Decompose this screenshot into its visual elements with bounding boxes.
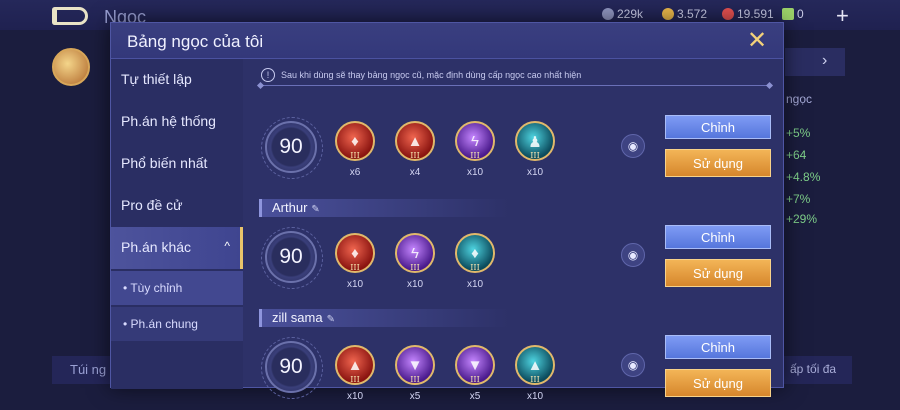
bg-bottom-text: Túi ng (70, 362, 107, 377)
preview-eye-button[interactable]: ◉ (621, 353, 645, 377)
bg-stat: +4.8% (786, 170, 821, 184)
gem-tier: III (470, 151, 480, 160)
gem-tier: III (410, 375, 420, 384)
gem-slot[interactable]: ♦ III x6 (333, 121, 377, 181)
set-name-row[interactable]: zill sama ✎ (259, 309, 509, 327)
gem-tier: III (350, 263, 360, 272)
currency-voucher: 0 (782, 7, 804, 21)
gem-slot[interactable]: ϟ III x10 (453, 121, 497, 181)
chevron-right-icon: › (822, 52, 828, 69)
currency-value: 3.572 (677, 7, 708, 21)
gem-slot[interactable]: ♦ III x10 (453, 233, 497, 293)
gem-tier: III (410, 151, 420, 160)
gem-tier: III (530, 375, 540, 384)
gem-slot[interactable]: ♟ III x10 (513, 121, 557, 181)
gem-tier: III (350, 375, 360, 384)
gem-count: x10 (346, 391, 364, 402)
bg-stat: +29% (786, 212, 818, 226)
gold-coin-icon (602, 8, 614, 20)
sidebar-subitem-common[interactable]: • Ph.án chung (111, 307, 243, 341)
currency-coupon: 3.572 (662, 7, 707, 21)
bg-panel (785, 48, 845, 76)
chevron-up-icon: ^ (224, 239, 230, 253)
bg-bottom-text: ấp tối đa (790, 362, 837, 376)
bg-stat: +5% (786, 126, 811, 140)
gem-count: x10 (526, 391, 544, 402)
gem-count: x10 (526, 167, 544, 178)
gem-set-modal: Bảng ngọc của tôi ✕ Tự thiết lập Ph.án h… (110, 22, 784, 402)
info-icon: ! (261, 68, 275, 82)
preview-eye-button[interactable]: ◉ (621, 134, 645, 158)
divider (261, 85, 769, 86)
gem-count: x6 (349, 167, 361, 178)
gem-count: x10 (466, 167, 484, 178)
gem-count: x4 (409, 167, 421, 178)
sidebar-subitem-custom[interactable]: • Tùy chỉnh (111, 271, 243, 305)
currency-gem-dust: 19.591 (722, 7, 774, 21)
gem-tier: III (410, 263, 420, 272)
sidebar-item-most-popular[interactable]: Phổ biến nhất (111, 143, 243, 185)
gem-count: x10 (346, 279, 364, 290)
modal-title: Bảng ngọc của tôi (127, 32, 264, 51)
gem-dust-icon (722, 8, 734, 20)
close-button[interactable]: ✕ (743, 27, 771, 55)
notice-text: Sau khi dùng sẽ thay bảng ngọc cũ, mặc đ… (281, 70, 582, 80)
gem-slot[interactable]: ▼ III x5 (453, 345, 497, 405)
gem-count: x10 (466, 279, 484, 290)
add-currency-button[interactable]: + (836, 3, 849, 29)
voucher-icon (782, 8, 794, 20)
sidebar: Tự thiết lập Ph.án hệ thống Phổ biến nhấ… (111, 59, 243, 389)
currency-value: 229k (617, 7, 644, 21)
preview-eye-button[interactable]: ◉ (621, 243, 645, 267)
sidebar-item-system-plans[interactable]: Ph.án hệ thống (111, 101, 243, 143)
gem-tier: III (530, 151, 540, 160)
gem-slot[interactable]: ϟ III x10 (393, 233, 437, 293)
gem-set-list: ! Sau khi dùng sẽ thay bảng ngọc cũ, mặc… (251, 59, 781, 402)
sidebar-item-other-plans[interactable]: Ph.án khác ^ (111, 227, 243, 269)
coupon-icon (662, 8, 674, 20)
pencil-icon[interactable]: ✎ (327, 314, 335, 325)
back-button[interactable] (52, 7, 88, 25)
sidebar-item-label: Ph.án khác (121, 239, 192, 255)
pencil-icon[interactable]: ✎ (311, 204, 319, 215)
use-button[interactable]: Sử dụng (665, 259, 771, 287)
gem-slot[interactable]: ♦ III x10 (333, 233, 377, 293)
set-name-row[interactable]: Arthur ✎ (259, 199, 509, 217)
avatar (52, 48, 90, 86)
currency-value: 19.591 (737, 7, 774, 21)
gem-slot[interactable]: ▲ III x10 (333, 345, 377, 405)
gem-tier: III (350, 151, 360, 160)
bg-stat: +64 (786, 148, 807, 162)
level-badge: 90 (261, 117, 323, 179)
set-name: Arthur (272, 200, 308, 215)
notice-bar: ! Sau khi dùng sẽ thay bảng ngọc cũ, mặc… (251, 65, 771, 85)
gem-count: x5 (469, 391, 481, 402)
gem-tier: III (470, 375, 480, 384)
gem-count: x5 (409, 391, 421, 402)
level-badge: 90 (261, 337, 323, 399)
sidebar-item-custom-setup[interactable]: Tự thiết lập (111, 59, 243, 101)
edit-button[interactable]: Chỉnh (665, 115, 771, 139)
currency-value: 0 (797, 7, 804, 21)
currency-gold: 229k (602, 7, 643, 21)
gem-count: x10 (406, 279, 424, 290)
modal-header: Bảng ngọc của tôi ✕ (111, 23, 783, 59)
level-badge: 90 (261, 227, 323, 289)
sidebar-item-pro-recommended[interactable]: Pro đề cử (111, 185, 243, 227)
gem-slot[interactable]: ▲ III x10 (513, 345, 557, 405)
use-button[interactable]: Sử dụng (665, 149, 771, 177)
bg-label: ngọc (786, 92, 813, 106)
bg-stat: +7% (786, 192, 811, 206)
gem-slot[interactable]: ▼ III x5 (393, 345, 437, 405)
gem-slot[interactable]: ▲ III x4 (393, 121, 437, 181)
set-name: zill sama (272, 310, 323, 325)
edit-button[interactable]: Chỉnh (665, 335, 771, 359)
edit-button[interactable]: Chỉnh (665, 225, 771, 249)
use-button[interactable]: Sử dụng (665, 369, 771, 397)
gem-tier: III (470, 263, 480, 272)
